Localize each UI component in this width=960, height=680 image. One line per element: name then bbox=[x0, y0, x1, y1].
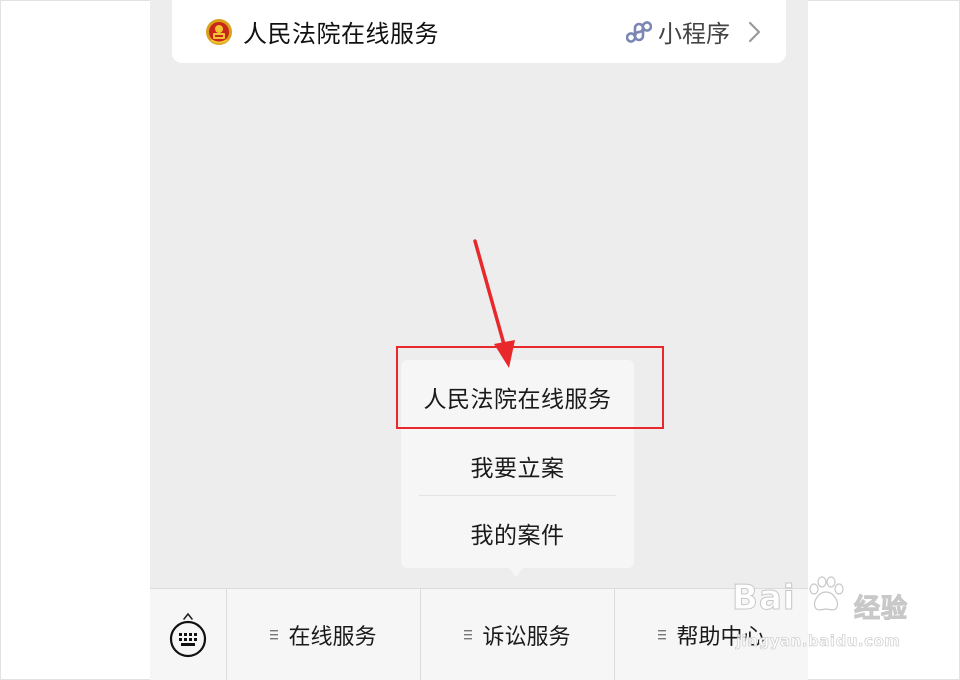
popup-pointer bbox=[509, 568, 523, 577]
menu-tab-litigation-service[interactable]: 诉讼服务 bbox=[420, 589, 614, 680]
popup-divider bbox=[419, 427, 616, 428]
menu-lines-icon bbox=[270, 629, 279, 639]
mini-program-tag: 小程序 bbox=[658, 20, 730, 48]
menu-tab-label: 在线服务 bbox=[288, 624, 377, 650]
keyboard-icon bbox=[169, 612, 207, 657]
court-emblem-icon bbox=[206, 18, 232, 45]
mini-program-title: 人民法院在线服务 bbox=[243, 20, 439, 48]
mini-program-card[interactable]: 人民法院在线服务 小程序 bbox=[172, 0, 786, 63]
baidu-jingyan-watermark: Bai 经验 jingyan.baidu.com bbox=[732, 574, 922, 664]
popup-item-court-online-service[interactable]: 人民法院在线服务 bbox=[401, 380, 634, 414]
annotation-arrow-icon bbox=[473, 239, 515, 368]
popup-item-my-cases[interactable]: 我的案件 bbox=[401, 516, 634, 550]
chevron-right-icon bbox=[748, 21, 761, 42]
mini-program-link[interactable]: 小程序 bbox=[626, 14, 762, 49]
bottom-menu-bar: 在线服务 诉讼服务 帮助中心 bbox=[150, 588, 808, 680]
watermark-brand: Bai bbox=[732, 578, 796, 619]
menu-popup: 人民法院在线服务 我要立案 我的案件 bbox=[401, 360, 634, 568]
popup-item-file-case[interactable]: 我要立案 bbox=[401, 449, 634, 483]
menu-tab-label: 诉讼服务 bbox=[482, 624, 571, 650]
watermark-product: 经验 bbox=[853, 594, 909, 625]
menu-tab-online-service[interactable]: 在线服务 bbox=[226, 589, 420, 680]
menu-lines-icon bbox=[464, 629, 473, 639]
mini-program-icon bbox=[626, 20, 652, 43]
popup-divider bbox=[419, 495, 616, 496]
watermark-url: jingyan.baidu.com bbox=[736, 632, 901, 651]
menu-lines-icon bbox=[658, 629, 667, 639]
keyboard-toggle-button[interactable] bbox=[150, 589, 226, 680]
baidu-paw-icon bbox=[809, 576, 844, 611]
